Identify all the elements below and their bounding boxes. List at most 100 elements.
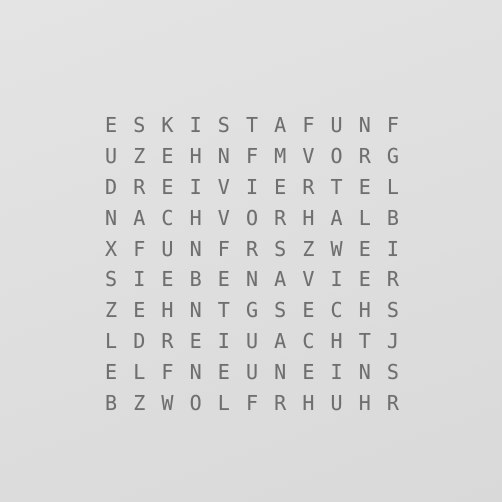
letter-cell: Z <box>133 390 146 415</box>
letter-cell: H <box>189 144 202 169</box>
letter-cell: A <box>274 267 287 292</box>
letter-cell: R <box>274 205 287 230</box>
letter-cell: C <box>161 205 174 230</box>
letter-cell: H <box>189 205 202 230</box>
letter-cell: E <box>189 328 202 353</box>
letter-cell: S <box>105 267 118 292</box>
letter-cell: T <box>217 298 230 323</box>
letter-cell: E <box>217 267 230 292</box>
letter-cell: V <box>217 174 230 199</box>
letter-cell: T <box>330 174 343 199</box>
letter-cell: E <box>133 298 146 323</box>
letter-cell: H <box>358 390 371 415</box>
letter-cell: H <box>302 205 315 230</box>
letter-cell: D <box>105 174 118 199</box>
letter-cell: X <box>105 236 118 261</box>
letter-cell: E <box>105 113 118 138</box>
letter-cell: A <box>274 113 287 138</box>
word-clock-grid: ESKISTAFUNFUZEHNFMVORGDREIVIERTELNACHVOR… <box>100 110 410 412</box>
letter-cell: E <box>302 359 315 384</box>
letter-cell: A <box>330 205 343 230</box>
letter-cell: B <box>105 390 118 415</box>
letter-cell: V <box>217 205 230 230</box>
letter-cell: O <box>245 205 258 230</box>
letter-cell: F <box>245 144 258 169</box>
letter-cell: R <box>274 390 287 415</box>
letter-cell: H <box>161 298 174 323</box>
letter-cell: I <box>217 328 230 353</box>
letter-cell: G <box>386 144 399 169</box>
letter-cell: J <box>386 328 399 353</box>
letter-cell: U <box>330 390 343 415</box>
letter-cell: L <box>133 359 146 384</box>
letter-cell: C <box>302 328 315 353</box>
letter-cell: Z <box>105 298 118 323</box>
letter-row: ELFNEUNEINS <box>100 356 410 387</box>
letter-cell: R <box>245 236 258 261</box>
letter-cell: Z <box>133 144 146 169</box>
letter-cell: U <box>161 236 174 261</box>
letter-cell: Z <box>302 236 315 261</box>
letter-cell: B <box>189 267 202 292</box>
letter-cell: E <box>217 359 230 384</box>
letter-cell: S <box>386 359 399 384</box>
letter-row: XFUNFRSZWEI <box>100 233 410 264</box>
letter-cell: F <box>245 390 258 415</box>
letter-cell: L <box>386 174 399 199</box>
letter-cell: R <box>386 390 399 415</box>
letter-cell: I <box>330 359 343 384</box>
letter-cell: W <box>330 236 343 261</box>
letter-row: NACHVORHALB <box>100 202 410 233</box>
letter-cell: N <box>105 205 118 230</box>
letter-cell: U <box>330 113 343 138</box>
letter-cell: T <box>245 113 258 138</box>
letter-cell: U <box>245 328 258 353</box>
letter-cell: N <box>245 267 258 292</box>
letter-cell: I <box>386 236 399 261</box>
letter-cell: T <box>358 328 371 353</box>
letter-cell: E <box>105 359 118 384</box>
letter-cell: S <box>217 113 230 138</box>
letter-row: ZEHNTGSECHS <box>100 295 410 326</box>
letter-cell: S <box>133 113 146 138</box>
letter-cell: H <box>358 298 371 323</box>
letter-cell: F <box>133 236 146 261</box>
letter-cell: A <box>274 328 287 353</box>
letter-row: DREIVIERTEL <box>100 172 410 203</box>
letter-cell: N <box>189 298 202 323</box>
letter-row: SIEBENAVIER <box>100 264 410 295</box>
letter-cell: U <box>105 144 118 169</box>
letter-cell: S <box>386 298 399 323</box>
letter-cell: I <box>189 113 202 138</box>
letter-cell: F <box>302 113 315 138</box>
letter-cell: H <box>302 390 315 415</box>
letter-cell: N <box>189 236 202 261</box>
letter-cell: N <box>189 359 202 384</box>
letter-cell: U <box>245 359 258 384</box>
letter-cell: E <box>161 174 174 199</box>
letter-cell: R <box>358 144 371 169</box>
letter-cell: I <box>133 267 146 292</box>
letter-cell: C <box>330 298 343 323</box>
letter-cell: F <box>161 359 174 384</box>
letter-cell: N <box>217 144 230 169</box>
letter-cell: S <box>274 298 287 323</box>
letter-cell: O <box>189 390 202 415</box>
letter-cell: M <box>274 144 287 169</box>
letter-cell: R <box>302 174 315 199</box>
letter-cell: E <box>358 174 371 199</box>
letter-cell: K <box>161 113 174 138</box>
letter-cell: F <box>217 236 230 261</box>
letter-cell: L <box>217 390 230 415</box>
letter-row: ESKISTAFUNF <box>100 110 410 141</box>
letter-cell: W <box>161 390 174 415</box>
letter-cell: E <box>358 236 371 261</box>
letter-cell: A <box>133 205 146 230</box>
letter-cell: E <box>302 298 315 323</box>
letter-cell: R <box>161 328 174 353</box>
letter-cell: L <box>358 205 371 230</box>
letter-cell: I <box>330 267 343 292</box>
letter-row: BZWOLFRHUHR <box>100 387 410 418</box>
letter-cell: L <box>105 328 118 353</box>
letter-row: LDREIUACHTJ <box>100 326 410 357</box>
